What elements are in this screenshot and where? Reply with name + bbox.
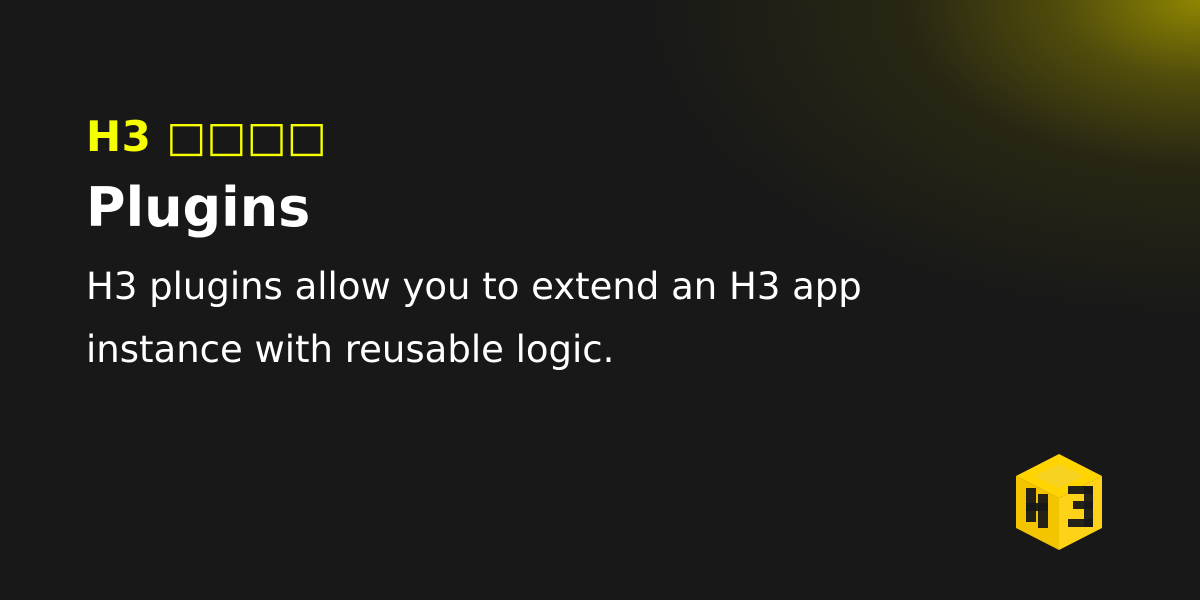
h3-cube-logo-icon [1016, 454, 1102, 550]
page-description: H3 plugins allow you to extend an H3 app… [86, 264, 862, 371]
section-eyebrow: H3 □□□□ [86, 112, 328, 161]
hero-content: H3 □□□□ Plugins H3 plugins allow you to … [86, 112, 986, 382]
page-title: Plugins [86, 176, 311, 240]
